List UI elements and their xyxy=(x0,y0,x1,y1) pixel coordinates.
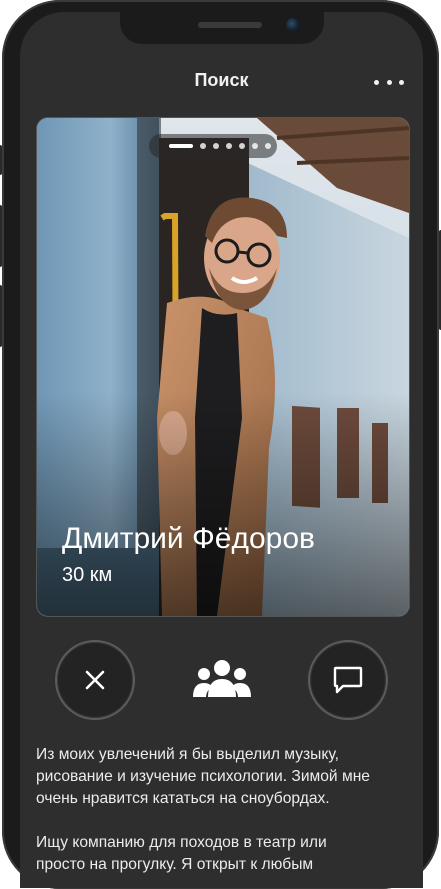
pager-active-dot xyxy=(169,144,193,148)
group-button[interactable] xyxy=(190,657,254,703)
pager-dot xyxy=(226,143,232,149)
message-button[interactable] xyxy=(308,640,388,720)
pager-dot xyxy=(239,143,245,149)
notch xyxy=(120,12,324,44)
photo-pager[interactable] xyxy=(149,134,277,158)
profile-bio: Из моих увлечений я бы выделил музыку, р… xyxy=(36,744,408,888)
mute-switch xyxy=(0,145,2,175)
front-camera xyxy=(286,18,300,32)
earpiece-speaker xyxy=(198,22,262,28)
people-group-icon xyxy=(193,660,251,697)
phone-frame: Поиск Дмитрий Фёдоров 30 км Из моих увле… xyxy=(0,0,441,889)
pager-dot xyxy=(265,143,271,149)
bio-paragraph: Из моих увлечений я бы выделил музыку, р… xyxy=(36,746,370,807)
profile-card[interactable]: Дмитрий Фёдоров 30 км xyxy=(36,117,410,617)
pager-dot xyxy=(252,143,258,149)
bio-paragraph: Ищу компанию для походов в театр или про… xyxy=(36,834,327,873)
screen: Поиск Дмитрий Фёдоров 30 км Из моих увле… xyxy=(20,12,423,888)
more-dots-icon[interactable] xyxy=(374,78,404,86)
pager-dot xyxy=(213,143,219,149)
pager-dot xyxy=(200,143,206,149)
volume-up-button xyxy=(0,205,2,267)
close-icon xyxy=(85,670,105,690)
profile-distance: 30 км xyxy=(62,564,113,586)
page-title: Поиск xyxy=(194,70,249,90)
volume-down-button xyxy=(0,285,2,347)
profile-name: Дмитрий Фёдоров xyxy=(62,522,315,555)
chat-bubble-icon xyxy=(333,666,363,694)
dislike-button[interactable] xyxy=(55,640,135,720)
